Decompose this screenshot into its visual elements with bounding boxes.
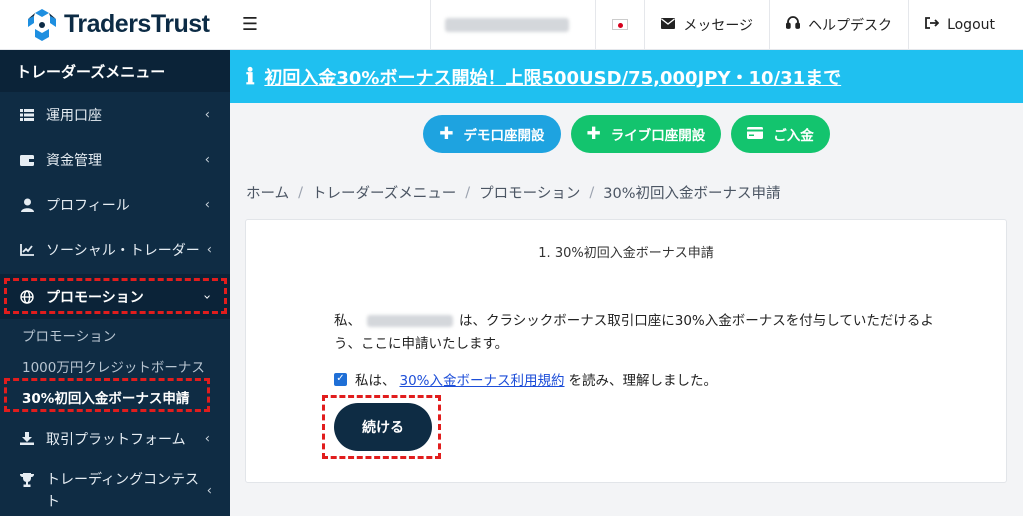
card-title: 1. 30%初回入金ボーナス申請 (538, 246, 714, 261)
sidebar-title: トレーダーズメニュー (0, 50, 230, 92)
traderstrust-logo-icon (24, 7, 60, 43)
sidebar-item-label: 取引プラットフォーム (46, 431, 186, 448)
bonus-application-card: 1. 30%初回入金ボーナス申請 私、 は、クラシックボーナス取引口座に30%入金… (245, 219, 1007, 483)
headset-icon (785, 15, 801, 34)
chart-line-icon (18, 241, 36, 259)
user-icon (18, 196, 36, 214)
blurred-user-name (367, 315, 453, 327)
language-selector[interactable] (595, 0, 644, 50)
sidebar-item-label: プロフィール (46, 197, 130, 214)
globe-icon (18, 288, 36, 306)
envelope-icon (661, 17, 676, 33)
terms-link[interactable]: 30%入金ボーナス利用規約 (400, 369, 565, 389)
list-icon (18, 106, 36, 124)
sidebar-item-label: 運用口座 (46, 107, 102, 124)
breadcrumb-traders-menu[interactable]: トレーダーズメニュー (312, 182, 456, 203)
wallet-icon (18, 151, 36, 169)
sidebar-subitem-30-bonus[interactable]: 30%初回入金ボーナス申請 (0, 381, 230, 412)
sidebar-item-funds[interactable]: 資金管理 ‹ (0, 137, 230, 182)
sidebar-item-promotion[interactable]: プロモーション ‹ (0, 274, 230, 319)
messages-link[interactable]: メッセージ (644, 0, 769, 50)
hamburger-menu-icon[interactable]: ☰ (230, 0, 270, 50)
application-statement: 私、 は、クラシックボーナス取引口座に30%入金ボーナスを付与していただけるよう、… (334, 313, 934, 352)
sidebar-subitem-promotion[interactable]: プロモーション (0, 319, 230, 350)
sidebar: TradersTrust トレーダーズメニュー 運用口座 ‹ 資金管理 ‹ プロ… (0, 0, 230, 516)
chevron-left-icon: ‹ (204, 197, 210, 212)
open-demo-account-button[interactable]: ✚ デモ口座開設 (423, 115, 561, 153)
brand-name: TradersTrust (64, 10, 210, 38)
account-actions: ✚ デモ口座開設 ✚ ライブ口座開設 ご入金 (230, 115, 1023, 153)
sidebar-item-profile[interactable]: プロフィール ‹ (0, 182, 230, 227)
chevron-left-icon: ‹ (206, 483, 212, 499)
sidebar-item-contest[interactable]: トレーディングコンテスト ‹ (0, 461, 230, 513)
logout-link[interactable]: Logout (908, 0, 1023, 50)
user-name[interactable] (430, 0, 595, 50)
sidebar-item-social-trader[interactable]: ソーシャル・トレーダー ‹ (0, 227, 230, 272)
breadcrumb-current: 30%初回入金ボーナス申請 (603, 186, 781, 202)
terms-checkbox[interactable]: ✓ (334, 372, 347, 386)
sidebar-item-label: 資金管理 (46, 152, 102, 169)
japan-flag-icon (612, 19, 629, 30)
breadcrumb: ホーム / トレーダーズメニュー / プロモーション / 30%初回入金ボーナス… (246, 182, 780, 203)
sidebar-subitem-credit-bonus[interactable]: 1000万円クレジットボーナス (0, 350, 230, 381)
sidebar-item-label: プロモーション (46, 289, 144, 306)
promo-banner-link[interactable]: 初回入金30%ボーナス開始！上限500USD/75,000JPY・10/31まで (264, 64, 841, 90)
topbar: ☰ メッセージ ヘルプデスク Logout (230, 0, 1023, 50)
plus-icon: ✚ (586, 124, 601, 144)
promo-banner: ℹ 初回入金30%ボーナス開始！上限500USD/75,000JPY・10/31… (230, 50, 1023, 103)
plus-icon: ✚ (439, 124, 454, 144)
trophy-icon (18, 471, 36, 489)
sidebar-item-platform[interactable]: 取引プラットフォーム ‹ (0, 416, 230, 461)
sign-out-icon (925, 16, 940, 33)
sidebar-item-accounts[interactable]: 運用口座 ‹ (0, 92, 230, 137)
breadcrumb-home[interactable]: ホーム (246, 182, 289, 203)
terms-agreement-row: ✓ 私は、 30%入金ボーナス利用規約 を読み、理解しました。 (334, 369, 717, 389)
chevron-left-icon: ‹ (204, 107, 210, 122)
logo[interactable]: TradersTrust (0, 0, 230, 50)
helpdesk-link[interactable]: ヘルプデスク (769, 0, 908, 50)
chevron-left-icon: ‹ (204, 152, 210, 167)
download-icon (18, 430, 36, 448)
blurred-user-name (445, 17, 570, 32)
chevron-down-icon: ‹ (199, 293, 215, 300)
info-icon: ℹ (246, 63, 255, 90)
sidebar-item-label: トレーディングコンテスト (46, 472, 200, 510)
chevron-left-icon: ‹ (204, 431, 210, 446)
sidebar-item-label: ソーシャル・トレーダー (46, 242, 200, 259)
deposit-button[interactable]: ご入金 (731, 115, 830, 153)
open-live-account-button[interactable]: ✚ ライブ口座開設 (570, 115, 722, 153)
breadcrumb-promotion[interactable]: プロモーション (479, 182, 580, 203)
credit-card-icon (747, 124, 764, 144)
chevron-left-icon: ‹ (206, 242, 212, 257)
continue-button[interactable]: 続ける (334, 403, 432, 451)
